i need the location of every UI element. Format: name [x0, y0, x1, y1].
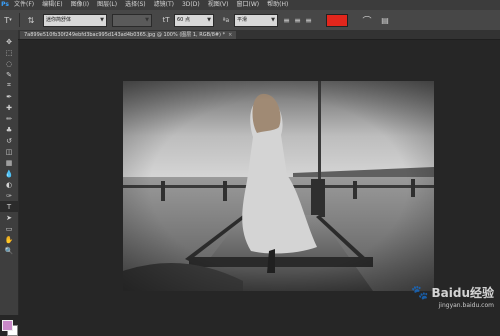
menu-filter[interactable]: 滤镜(T)	[150, 0, 178, 10]
document-tab-title: 7a899e510fb30f249ebfd3bac995d143ad4b0365…	[24, 32, 226, 38]
dodge-icon[interactable]: ◐	[0, 179, 18, 190]
menu-file[interactable]: 文件(F)	[10, 0, 38, 10]
warp-text-icon[interactable]: ⌒	[360, 13, 374, 27]
menu-help[interactable]: 帮助(H)	[263, 0, 292, 10]
history-brush-icon[interactable]: ↺	[0, 135, 18, 146]
shape-icon[interactable]: ▭	[0, 223, 18, 234]
paw-icon: 🐾	[411, 284, 429, 301]
font-family-select[interactable]: 迷你简舒体 ▼	[43, 13, 107, 27]
character-panel-icon[interactable]: ▤	[378, 13, 392, 27]
foreground-color-swatch[interactable]	[2, 320, 13, 331]
chevron-down-icon: ▼	[207, 16, 211, 23]
chevron-down-icon: ▼	[100, 16, 104, 23]
watermark-brand: Baidu经验	[431, 286, 495, 300]
align-right-icon[interactable]: ≡	[303, 13, 314, 27]
brush-icon[interactable]: ✏	[0, 113, 18, 124]
align-center-icon[interactable]: ≡	[292, 13, 303, 27]
type-tool-preset-icon[interactable]: T ▾	[0, 13, 16, 27]
color-swatches[interactable]	[2, 320, 18, 336]
font-family-value: 迷你简舒体	[46, 16, 72, 23]
font-size-value: 60 点	[177, 16, 190, 23]
baidu-jingyan-logo: 🐾 Baidu经验	[411, 284, 494, 301]
antialias-select[interactable]: 平滑 ▼	[234, 13, 278, 27]
photoshop-logo: Ps	[1, 1, 9, 8]
align-left-icon[interactable]: ≡	[281, 13, 292, 27]
text-color-swatch[interactable]	[326, 13, 348, 27]
divider	[19, 13, 20, 27]
document-tab[interactable]: 7a899e510fb30f249ebfd3bac995d143ad4b0365…	[20, 31, 237, 39]
lasso-icon[interactable]: ◌	[0, 58, 18, 69]
antialias-icon: ªa	[222, 16, 230, 24]
eyedropper-icon[interactable]: ✒	[0, 91, 18, 102]
options-bar: T ▾ ⇅ 迷你简舒体 ▼ ▼ tT 60 点 ▼ ªa 平滑 ▼ ≡ ≡ ≡ ⌒ ▤	[0, 10, 500, 31]
chevron-down-icon: ▼	[271, 16, 275, 23]
baidu-watermark: 🐾 Baidu经验 jingyan.baidu.com	[411, 284, 494, 310]
vignette-overlay	[123, 81, 434, 291]
healing-icon[interactable]: ✚	[0, 102, 18, 113]
blur-icon[interactable]: 💧	[0, 168, 18, 179]
stamp-icon[interactable]: ♣	[0, 124, 18, 135]
gradient-icon[interactable]: ▦	[0, 157, 18, 168]
chevron-down-icon: ▼	[145, 16, 149, 23]
marquee-icon[interactable]: ⬚	[0, 47, 18, 58]
close-icon[interactable]: ×	[228, 32, 232, 38]
path-select-icon[interactable]: ➤	[0, 212, 18, 223]
eraser-icon[interactable]: ◫	[0, 146, 18, 157]
menu-3d[interactable]: 3D(D)	[178, 0, 204, 10]
hand-icon[interactable]: ✋	[0, 234, 18, 245]
pen-icon[interactable]: ✑	[0, 190, 18, 201]
document-tab-bar: 7a899e510fb30f249ebfd3bac995d143ad4b0365…	[18, 30, 500, 40]
zoom-icon[interactable]: 🔍	[0, 245, 18, 256]
menu-layer[interactable]: 图层(L)	[93, 0, 121, 10]
menu-select[interactable]: 选择(S)	[121, 0, 150, 10]
move-icon[interactable]: ✥	[0, 36, 18, 47]
font-size-select[interactable]: 60 点 ▼	[174, 13, 214, 27]
menu-edit[interactable]: 编辑(E)	[38, 0, 66, 10]
document-canvas-image[interactable]	[123, 81, 434, 291]
type-icon[interactable]: T	[0, 201, 18, 212]
tools-panel: ✥ ⬚ ◌ ✎ ⌗ ✒ ✚ ✏ ♣ ↺ ◫ ▦ 💧 ◐ ✑ T ➤ ▭ ✋ 🔍	[0, 30, 19, 336]
menu-window[interactable]: 窗口(W)	[233, 0, 264, 10]
text-orientation-icon[interactable]: ⇅	[23, 13, 39, 27]
menu-view[interactable]: 视图(V)	[204, 0, 233, 10]
menu-image[interactable]: 图像(I)	[67, 0, 93, 10]
watermark-url: jingyan.baidu.com	[438, 302, 494, 309]
crop-icon[interactable]: ⌗	[0, 80, 18, 91]
antialias-value: 平滑	[237, 16, 248, 23]
font-style-select[interactable]: ▼	[112, 13, 152, 27]
quick-select-icon[interactable]: ✎	[0, 69, 18, 80]
font-size-icon: tT	[162, 16, 170, 24]
menu-bar: Ps 文件(F) 编辑(E) 图像(I) 图层(L) 选择(S) 滤镜(T) 3…	[0, 0, 500, 10]
